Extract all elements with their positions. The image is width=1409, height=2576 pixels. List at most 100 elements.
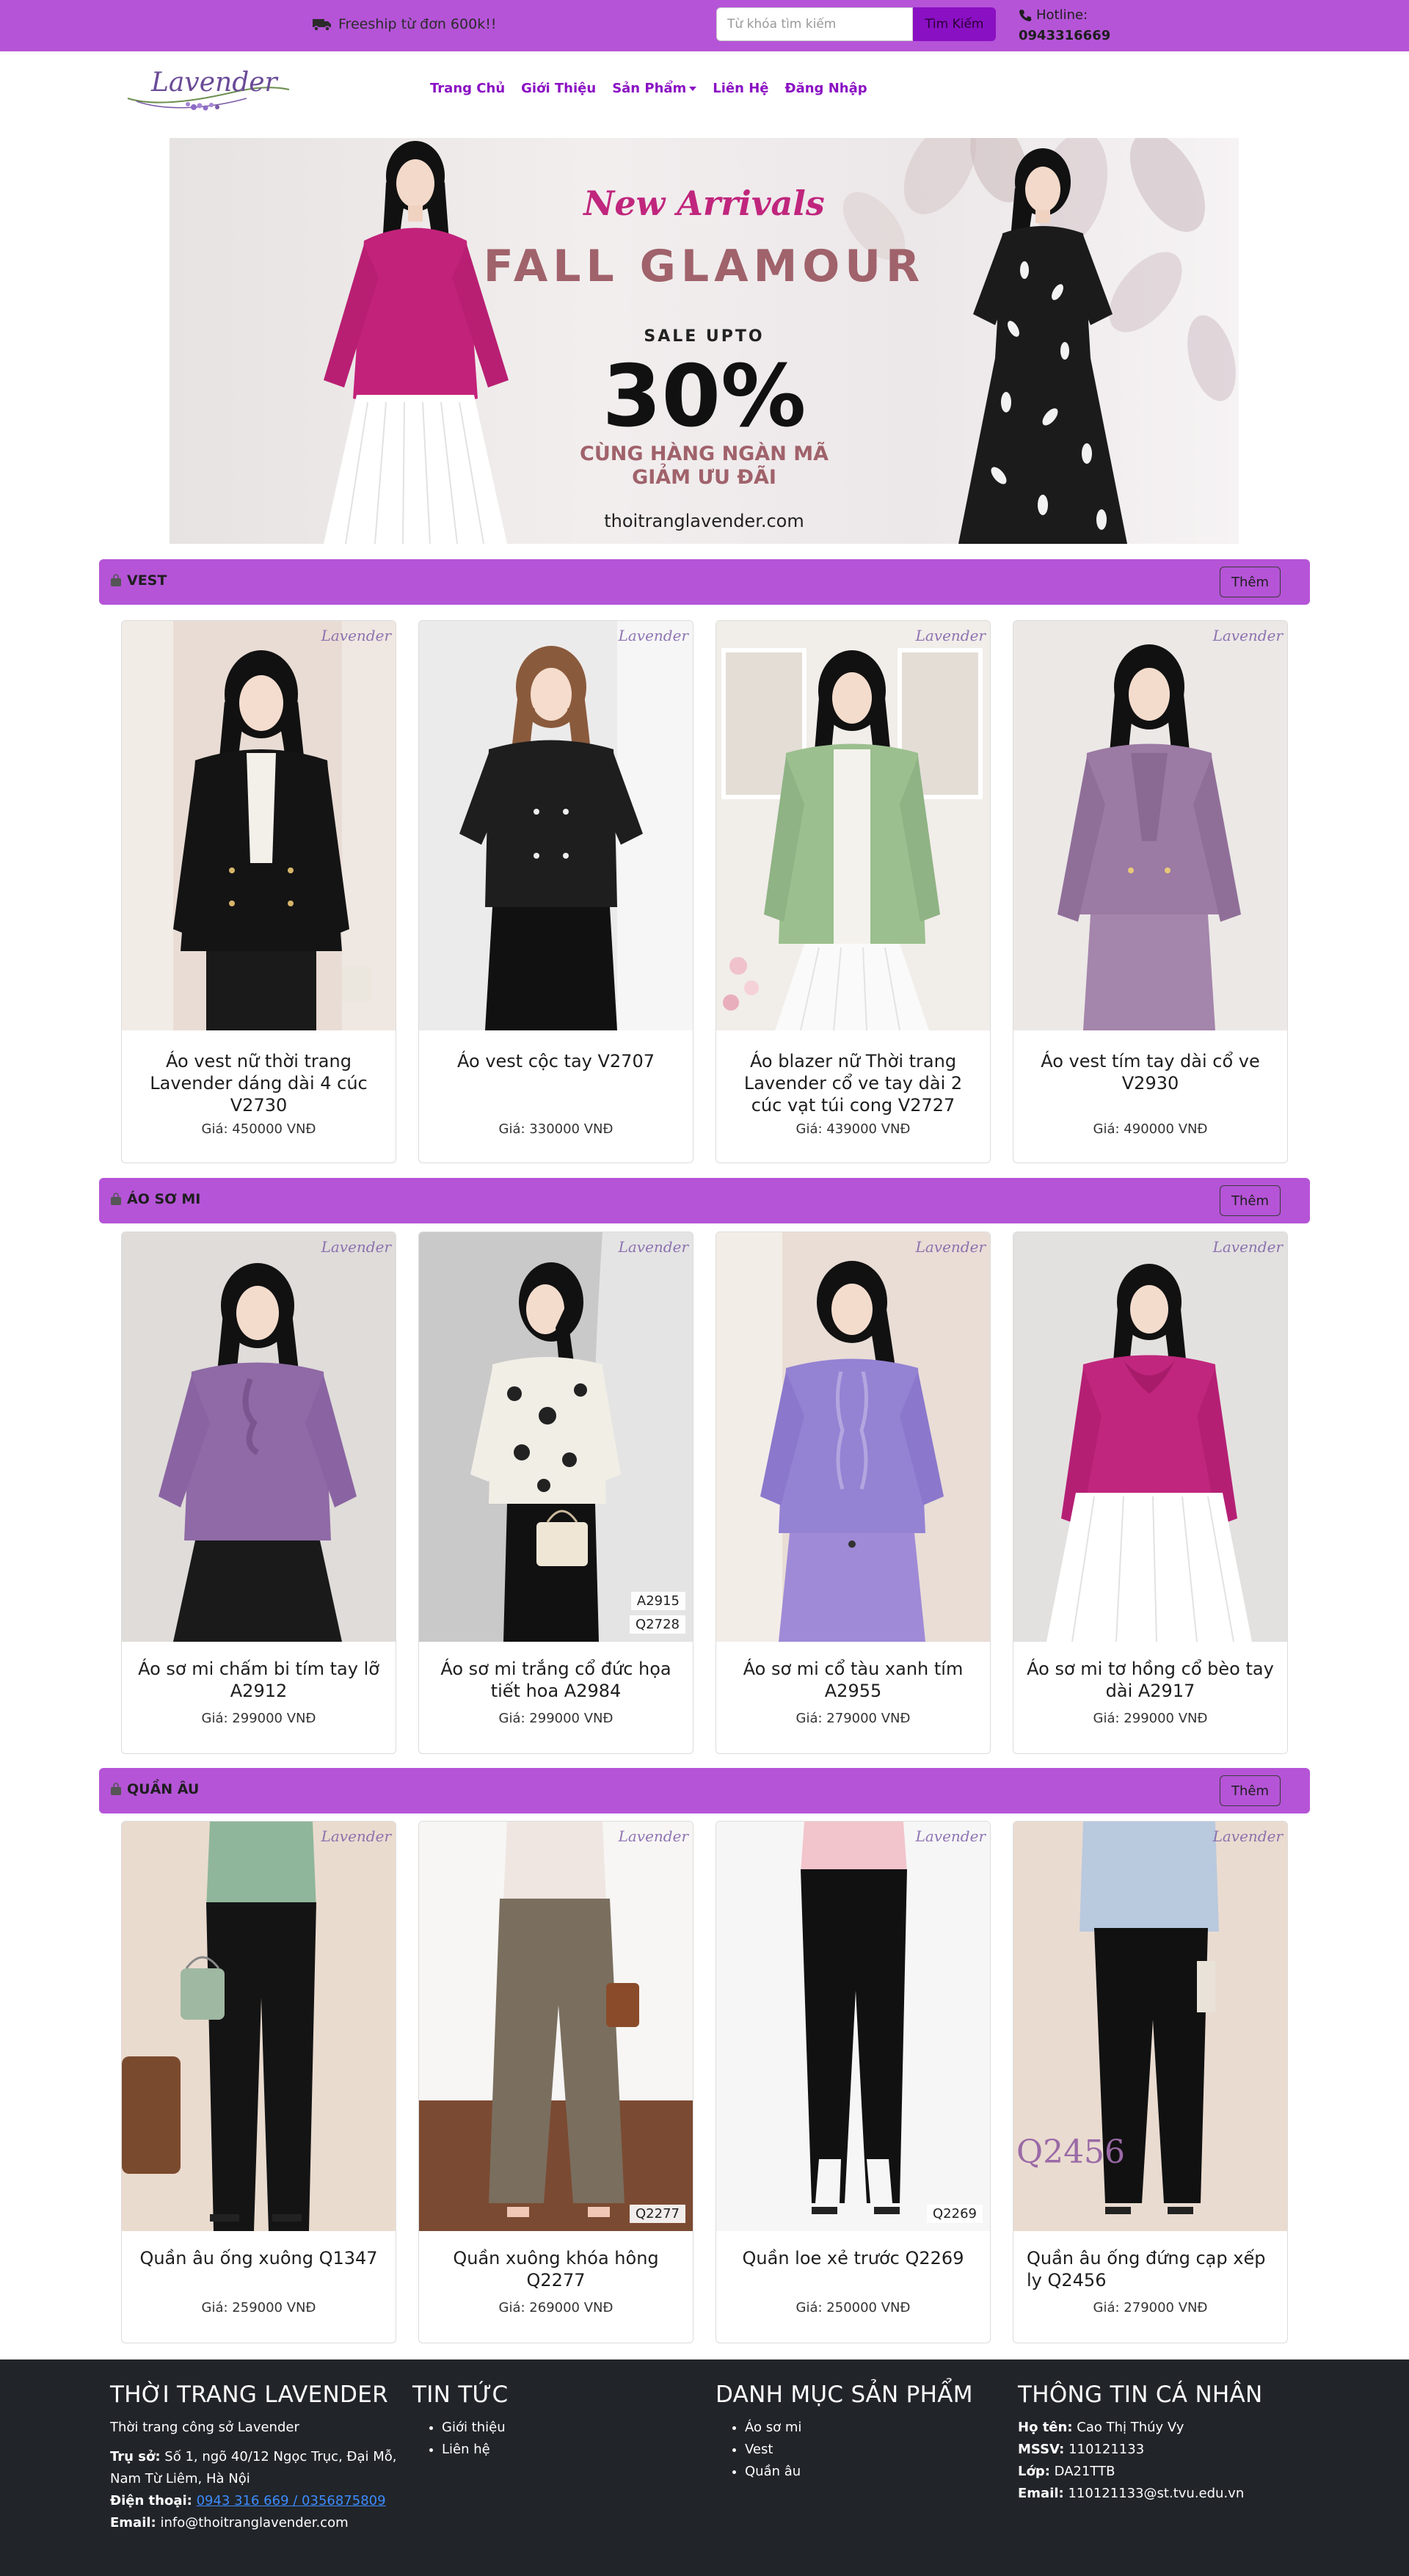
product-image[interactable]: Lavender Q2456 xyxy=(1013,1822,1287,2231)
product-name[interactable]: Áo vest nữ thời trang Lavender dáng dài … xyxy=(135,1050,382,1116)
banner-line-percent: 30% xyxy=(602,347,807,446)
section-header-pants: QUẦN ÂU Thêm xyxy=(99,1768,1310,1813)
footer-email: Email: info@thoitranglavender.com xyxy=(110,2512,404,2534)
product-image[interactable]: Lavender xyxy=(122,1232,396,1642)
class-label: Lớp: xyxy=(1018,2464,1050,2479)
product-card[interactable]: Lavender Q2456 Quần âu ống đứng cạp xếp … xyxy=(1013,1821,1288,2343)
footer-title-categories: DANH MỤC SẢN PHẨM xyxy=(716,2382,973,2408)
more-button-pants[interactable]: Thêm xyxy=(1220,1775,1281,1806)
watermark-logo: Lavender xyxy=(1212,1827,1283,1845)
product-card[interactable]: Lavender Áo blazer nữ Thời trang Lavende… xyxy=(716,620,991,1163)
logo-graphic: Lavender xyxy=(127,68,290,111)
product-name[interactable]: Áo sơ mi trắng cổ đức họa tiết hoa A2984 xyxy=(432,1658,680,1702)
product-name[interactable]: Quần xuông khóa hông Q2277 xyxy=(432,2247,680,2291)
footer-link-contact[interactable]: Liên hệ xyxy=(442,2439,691,2461)
mssv-value: 110121133 xyxy=(1068,2442,1145,2457)
product-price: Giá: 299000 VNĐ xyxy=(498,1711,614,1726)
product-image[interactable]: Lavender xyxy=(1013,621,1287,1030)
nav-about[interactable]: Giới Thiệu xyxy=(521,81,596,96)
lavender-logo[interactable]: Lavender xyxy=(122,60,294,119)
product-price: Giá: 259000 VNĐ xyxy=(201,2300,316,2315)
product-name[interactable]: Áo sơ mi cổ tàu xanh tím A2955 xyxy=(729,1658,977,1702)
more-button-shirts[interactable]: Thêm xyxy=(1220,1185,1281,1216)
name-value: Cao Thị Thúy Vy xyxy=(1077,2420,1184,2435)
watermark-logo: Lavender xyxy=(915,627,986,644)
product-name[interactable]: Áo vest cộc tay V2707 xyxy=(432,1050,680,1072)
hotline-label: Hotline: xyxy=(1036,7,1088,23)
footer-name: Họ tên: Cao Thị Thúy Vy xyxy=(1018,2417,1311,2439)
nav-contact[interactable]: Liên Hệ xyxy=(713,81,768,96)
product-card[interactable]: Lavender Q2269 Quần loe xẻ trước Q2269 G… xyxy=(716,1821,991,2343)
product-image[interactable]: Lavender xyxy=(716,621,990,1030)
product-card[interactable]: Lavender Áo sơ mi cổ tàu xanh tím A2955 … xyxy=(716,1231,991,1754)
product-card[interactable]: Lavender Q2277 Quần xuông khóa hông Q227… xyxy=(418,1821,693,2343)
banner-line-sale-upto: SALE UPTO xyxy=(644,327,765,346)
personal-email-label: Email: xyxy=(1018,2486,1064,2501)
hotline: Hotline: 0943316669 xyxy=(1019,5,1110,46)
nav-products[interactable]: Sản Phẩm xyxy=(612,81,697,96)
product-name[interactable]: Áo sơ mi chấm bi tím tay lỡ A2912 xyxy=(135,1658,382,1702)
product-code-tag: Q2728 xyxy=(630,1615,685,1634)
footer-title-news: TIN TỨC xyxy=(412,2382,509,2408)
footer-col-personal: THÔNG TIN CÁ NHÂN Họ tên: Cao Thị Thúy V… xyxy=(1018,2382,1311,2505)
product-name[interactable]: Áo sơ mi tơ hồng cổ bèo tay dài A2917 xyxy=(1027,1658,1274,1702)
product-price: Giá: 439000 VNĐ xyxy=(795,1121,911,1137)
logo-text: Lavender xyxy=(150,68,279,98)
banner-line-new-arrivals: New Arrivals xyxy=(583,183,825,223)
email-label: Email: xyxy=(110,2515,156,2530)
nav-home[interactable]: Trang Chủ xyxy=(430,81,505,96)
product-image[interactable]: Lavender Q2277 xyxy=(419,1822,693,2231)
product-name[interactable]: Quần âu ống đứng cạp xếp ly Q2456 xyxy=(1027,2247,1274,2291)
footer-personal-email: Email: 110121133@st.tvu.edu.vn xyxy=(1018,2483,1311,2505)
search-input[interactable] xyxy=(716,7,913,41)
product-name[interactable]: Áo vest tím tay dài cổ ve V2930 xyxy=(1027,1050,1274,1094)
footer-link-shirts[interactable]: Áo sơ mi xyxy=(745,2417,994,2439)
caret-down-icon xyxy=(689,86,697,91)
product-card[interactable]: Lavender Áo vest nữ thời trang Lavender … xyxy=(121,620,396,1163)
section-title-text: QUẦN ÂU xyxy=(127,1781,200,1797)
footer-link-vest[interactable]: Vest xyxy=(745,2439,994,2461)
nav-products-label: Sản Phẩm xyxy=(612,81,687,96)
product-card[interactable]: Lavender Áo sơ mi chấm bi tím tay lỡ A29… xyxy=(121,1231,396,1754)
footer-class: Lớp: DA21TTB xyxy=(1018,2461,1311,2483)
more-button-vest[interactable]: Thêm xyxy=(1220,567,1281,597)
product-image[interactable]: Lavender xyxy=(716,1232,990,1642)
product-image[interactable]: Lavender xyxy=(1013,1232,1287,1642)
product-image[interactable]: Lavender xyxy=(419,621,693,1030)
product-card[interactable]: Lavender A2915 Q2728 Áo sơ mi trắng cổ đ… xyxy=(418,1231,693,1754)
hero-banner[interactable]: New Arrivals FALL GLAMOUR SALE UPTO 30% … xyxy=(170,138,1239,544)
nav-login[interactable]: Đăng Nhập xyxy=(785,81,867,96)
phone-link[interactable]: 0943 316 669 / 0356875809 xyxy=(197,2493,386,2508)
product-image[interactable]: Lavender Q2269 xyxy=(716,1822,990,2231)
product-name[interactable]: Quần loe xẻ trước Q2269 xyxy=(729,2247,977,2269)
product-name[interactable]: Áo blazer nữ Thời trang Lavender cổ ve t… xyxy=(729,1050,977,1116)
section-title-text: VEST xyxy=(127,572,167,589)
name-label: Họ tên: xyxy=(1018,2420,1073,2435)
product-card[interactable]: Lavender Áo vest tím tay dài cổ ve V2930… xyxy=(1013,620,1288,1163)
watermark-logo: Lavender xyxy=(1212,1238,1283,1256)
product-price: Giá: 450000 VNĐ xyxy=(201,1121,316,1137)
product-image[interactable]: Lavender xyxy=(122,1822,396,2231)
search-button[interactable]: Tìm Kiếm xyxy=(913,7,996,41)
product-card[interactable]: Lavender Quần âu ống xuông Q1347 Giá: 25… xyxy=(121,1821,396,2343)
product-card[interactable]: Lavender Áo sơ mi tơ hồng cổ bèo tay dài… xyxy=(1013,1231,1288,1754)
footer-link-about[interactable]: Giới thiệu xyxy=(442,2417,691,2439)
product-price: Giá: 269000 VNĐ xyxy=(498,2300,614,2315)
hotline-number[interactable]: 0943316669 xyxy=(1019,26,1110,46)
shipping-notice: Freeship từ đơn 600k!! xyxy=(312,16,496,32)
bag-icon xyxy=(111,1783,121,1795)
image-code-overlay: Q2456 xyxy=(1016,2133,1126,2171)
product-name[interactable]: Quần âu ống xuông Q1347 xyxy=(135,2247,382,2269)
watermark-logo: Lavender xyxy=(618,1827,688,1845)
product-image[interactable]: Lavender A2915 Q2728 xyxy=(419,1232,693,1642)
footer-link-pants[interactable]: Quần âu xyxy=(745,2461,994,2483)
product-code-tag: A2915 xyxy=(630,1592,685,1610)
footer-tagline: Thời trang công sở Lavender xyxy=(110,2420,299,2435)
product-card[interactable]: Lavender Áo vest cộc tay V2707 Giá: 3300… xyxy=(418,620,693,1163)
product-price: Giá: 279000 VNĐ xyxy=(1093,2300,1208,2315)
watermark-logo: Lavender xyxy=(321,627,391,644)
watermark-logo: Lavender xyxy=(915,1238,986,1256)
watermark-logo: Lavender xyxy=(618,627,688,644)
product-code-tag: Q2269 xyxy=(927,2205,983,2223)
product-image[interactable]: Lavender xyxy=(122,621,396,1030)
